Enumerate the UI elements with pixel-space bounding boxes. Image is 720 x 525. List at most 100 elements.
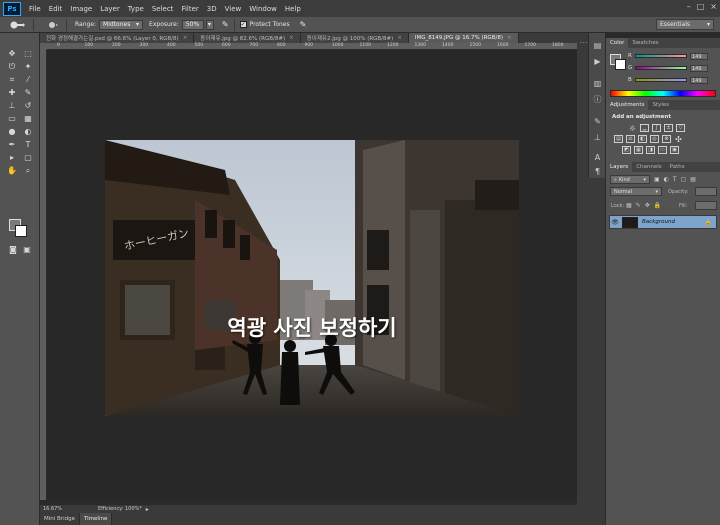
menu-3d[interactable]: 3D: [203, 5, 221, 13]
info-icon[interactable]: ⓘ: [593, 95, 602, 104]
menu-file[interactable]: File: [25, 5, 45, 13]
menu-window[interactable]: Window: [245, 5, 281, 13]
background-color-swatch[interactable]: [615, 59, 626, 70]
curves-icon[interactable]: ∫: [652, 124, 661, 132]
airbrush-icon[interactable]: ✎: [222, 20, 229, 29]
adjustment-filter-icon[interactable]: ◐: [664, 176, 669, 183]
menu-help[interactable]: Help: [281, 5, 305, 13]
healing-tool-icon[interactable]: ✚: [4, 86, 20, 99]
close-icon[interactable]: ×: [289, 35, 294, 41]
menu-select[interactable]: Select: [148, 5, 178, 13]
lock-pixels-icon[interactable]: ✎: [636, 202, 641, 209]
menu-image[interactable]: Image: [66, 5, 96, 13]
history-icon[interactable]: ▤: [593, 41, 602, 50]
color-lookup-icon[interactable]: ✣: [674, 135, 683, 144]
hand-tool-icon[interactable]: ✋: [4, 164, 20, 177]
actions-icon[interactable]: ▶: [593, 57, 602, 66]
clone-stamp-tool-icon[interactable]: ⊥: [4, 99, 20, 112]
pressure-icon[interactable]: ✎: [300, 20, 307, 29]
tab-mini-bridge[interactable]: Mini Bridge: [40, 513, 80, 525]
invert-icon[interactable]: ◩: [622, 146, 631, 154]
tab-styles[interactable]: Styles: [648, 100, 673, 110]
black-white-icon[interactable]: ◧: [638, 135, 647, 143]
brush-panel-icon[interactable]: ✎: [593, 117, 602, 126]
tab-paths[interactable]: Paths: [666, 162, 689, 172]
close-icon[interactable]: ×: [397, 35, 402, 41]
brush-preset-picker[interactable]: [45, 19, 61, 31]
range-select[interactable]: Midtones ▾: [99, 19, 144, 30]
eye-icon[interactable]: 👁: [610, 219, 620, 226]
slider-track[interactable]: [635, 54, 687, 58]
lock-position-icon[interactable]: ✥: [645, 202, 650, 209]
clone-source-icon[interactable]: ⊥: [593, 133, 602, 142]
fill-input[interactable]: [695, 201, 717, 210]
document-image[interactable]: ホーヒーガン 역광 사진 보정하기: [105, 140, 519, 416]
opacity-input[interactable]: [695, 187, 717, 196]
tool-preset-picker[interactable]: [6, 19, 28, 31]
lasso-tool-icon[interactable]: ᘎ: [4, 60, 20, 73]
close-icon[interactable]: ×: [507, 35, 512, 41]
crop-tool-icon[interactable]: ⌗: [4, 73, 20, 86]
dodge-tool-icon[interactable]: ◐: [20, 125, 36, 138]
slider-track[interactable]: [635, 66, 687, 70]
background-color-swatch[interactable]: [15, 225, 27, 237]
photo-filter-icon[interactable]: ◎: [650, 135, 659, 143]
zoom-tool-icon[interactable]: ⌕: [20, 164, 36, 177]
red-value[interactable]: 149: [690, 52, 708, 60]
path-select-tool-icon[interactable]: ▸: [4, 151, 20, 164]
screen-mode-icon[interactable]: ▣: [22, 244, 32, 254]
move-tool-icon[interactable]: ✥: [4, 47, 20, 60]
type-filter-icon[interactable]: T: [673, 176, 677, 183]
red-slider[interactable]: R 149: [628, 52, 718, 60]
menu-type[interactable]: Type: [124, 5, 148, 13]
character-icon[interactable]: A: [593, 153, 602, 162]
hue-saturation-icon[interactable]: ▤: [614, 135, 623, 143]
color-balance-icon[interactable]: ⚖: [626, 135, 635, 143]
color-spectrum[interactable]: [610, 90, 716, 97]
posterize-icon[interactable]: ▦: [634, 146, 643, 154]
quick-mask-icon[interactable]: ◙: [8, 244, 18, 254]
document-tab[interactable]: 전화 경정해결가는길.psd @ 66.6% (Layer 0, RGB/8) ×: [40, 33, 195, 43]
document-tab[interactable]: 동이재유2.jpg @ 100% (RGB/8#) ×: [300, 33, 409, 43]
quick-select-tool-icon[interactable]: ✦: [20, 60, 36, 73]
shape-filter-icon[interactable]: ▢: [681, 176, 687, 183]
smart-object-filter-icon[interactable]: ▤: [690, 176, 696, 183]
close-button[interactable]: ×: [710, 2, 717, 11]
blend-mode-select[interactable]: Normal ▾: [610, 187, 662, 196]
levels-icon[interactable]: ▁: [640, 124, 649, 132]
paragraph-icon[interactable]: ¶: [593, 167, 602, 176]
blue-slider[interactable]: B 149: [628, 76, 718, 84]
maximize-button[interactable]: □: [697, 2, 705, 11]
menu-edit[interactable]: Edit: [45, 5, 67, 13]
exposure-slider-toggle[interactable]: ▾: [205, 19, 214, 30]
lock-all-icon[interactable]: 🔒: [654, 202, 661, 209]
selective-color-icon[interactable]: ▣: [670, 146, 679, 154]
tab-timeline[interactable]: Timeline: [79, 513, 113, 525]
menu-layer[interactable]: Layer: [96, 5, 124, 13]
brightness-contrast-icon[interactable]: ☼: [628, 124, 637, 133]
green-slider[interactable]: G 149: [628, 64, 718, 72]
eraser-tool-icon[interactable]: ▭: [4, 112, 20, 125]
pixel-filter-icon[interactable]: ▣: [654, 176, 660, 183]
exposure-icon[interactable]: ±: [664, 124, 673, 132]
history-brush-tool-icon[interactable]: ↺: [20, 99, 36, 112]
green-value[interactable]: 149: [690, 64, 708, 72]
minimize-button[interactable]: –: [687, 2, 691, 11]
blue-value[interactable]: 149: [690, 76, 708, 84]
threshold-icon[interactable]: ◨: [646, 146, 655, 154]
layer-row[interactable]: 👁 Background 🔒: [609, 215, 717, 229]
channel-mixer-icon[interactable]: ⊗: [662, 135, 671, 143]
eyedropper-tool-icon[interactable]: ⁄: [20, 73, 36, 86]
vibrance-icon[interactable]: ▽: [676, 124, 685, 132]
protect-tones-checkbox[interactable]: ✓: [239, 21, 247, 28]
properties-icon[interactable]: ▥: [593, 79, 602, 88]
zoom-level[interactable]: 16.67%: [40, 506, 62, 512]
slider-track[interactable]: [635, 78, 687, 82]
tab-color[interactable]: Color: [606, 38, 629, 48]
workspace-select[interactable]: Essentials ▾: [656, 19, 714, 30]
shape-tool-icon[interactable]: ▢: [20, 151, 36, 164]
gradient-map-icon[interactable]: ▭: [658, 146, 667, 154]
tab-swatches[interactable]: Swatches: [628, 38, 662, 48]
type-tool-icon[interactable]: T: [20, 138, 36, 151]
lock-transparent-icon[interactable]: ▦: [626, 202, 632, 209]
